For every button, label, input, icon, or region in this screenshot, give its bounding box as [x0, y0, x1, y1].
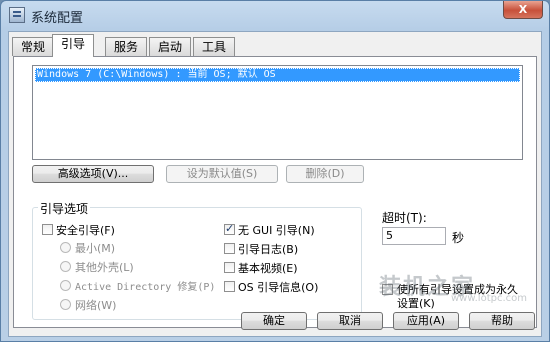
- active-directory-repair-label: Active Directory 修复(P): [75, 282, 216, 293]
- delete-button[interactable]: 删除(D): [286, 165, 364, 183]
- base-video-label: 基本视频(E): [238, 262, 298, 275]
- timeout-unit: 秒: [452, 231, 465, 245]
- tab-boot[interactable]: 引导: [52, 34, 95, 57]
- set-default-button[interactable]: 设为默认值(S): [166, 165, 278, 183]
- minimal-label: 最小(M): [75, 242, 116, 255]
- boot-log-label: 引导日志(B): [238, 243, 299, 256]
- os-boot-info-label: OS 引导信息(O): [238, 281, 319, 294]
- safe-boot-label: 安全引导(F): [56, 224, 115, 237]
- alternate-shell-radio[interactable]: [60, 261, 71, 272]
- timeout-label: 超时(T):: [382, 211, 427, 225]
- advanced-options-button[interactable]: 高级选项(V)...: [32, 165, 154, 183]
- msconfig-app-icon: [9, 7, 25, 23]
- no-gui-boot-label: 无 GUI 引导(N): [238, 224, 315, 237]
- tab-general[interactable]: 常规: [12, 37, 55, 56]
- cancel-button[interactable]: 取消: [317, 312, 383, 330]
- close-button[interactable]: X: [503, 1, 543, 19]
- system-config-window: 系统配置 X 常规 引导 服务 启动 工具 Windows 7 (C:\Wind…: [0, 0, 550, 342]
- os-list-item[interactable]: Windows 7 (C:\Windows) : 当前 OS; 默认 OS: [35, 68, 520, 82]
- minimal-radio[interactable]: [60, 242, 71, 253]
- ok-button[interactable]: 确定: [241, 312, 307, 330]
- tab-startup[interactable]: 启动: [149, 37, 192, 56]
- tab-tools[interactable]: 工具: [193, 37, 236, 56]
- os-list[interactable]: Windows 7 (C:\Windows) : 当前 OS; 默认 OS: [32, 65, 523, 160]
- safe-boot-checkbox[interactable]: [42, 224, 53, 235]
- window-title: 系统配置: [31, 11, 84, 26]
- timeout-input[interactable]: 5: [382, 227, 446, 245]
- tab-services[interactable]: 服务: [105, 37, 148, 56]
- active-directory-repair-radio[interactable]: [60, 280, 71, 291]
- boot-options-label: 引导选项: [38, 200, 91, 217]
- alternate-shell-label: 其他外壳(L): [75, 261, 134, 274]
- apply-button[interactable]: 应用(A): [393, 312, 459, 330]
- network-label: 网络(W): [75, 299, 117, 312]
- network-radio[interactable]: [60, 299, 71, 310]
- no-gui-boot-checkbox[interactable]: [224, 222, 235, 235]
- base-video-checkbox[interactable]: [224, 262, 235, 273]
- title-bar[interactable]: 系统配置 X: [1, 1, 549, 31]
- os-boot-info-checkbox[interactable]: [224, 281, 235, 292]
- help-button[interactable]: 帮助: [469, 312, 535, 330]
- watermark-url: www.lotpc.com: [451, 293, 527, 304]
- boot-log-checkbox[interactable]: [224, 243, 235, 254]
